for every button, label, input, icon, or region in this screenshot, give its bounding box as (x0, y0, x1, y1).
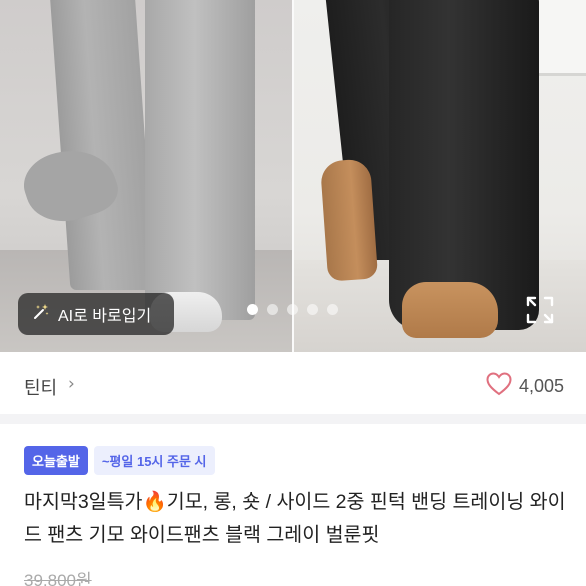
carousel-dot[interactable] (267, 304, 278, 315)
delivery-badges: 오늘출발 ~평일 15시 주문 시 (24, 446, 215, 475)
like-count: 4,005 (518, 375, 564, 396)
shop-name[interactable]: 틴티 (24, 374, 57, 400)
ai-try-on-label: AI로 바로입기 (58, 308, 152, 325)
magic-wand-icon (32, 303, 50, 325)
heart-icon (486, 372, 512, 400)
original-price: 39,800원 (24, 571, 92, 586)
product-title: 마지막3일특가🔥기모, 롱, 숏 / 사이드 2중 핀턱 밴딩 트레이닝 와이드… (24, 491, 566, 546)
shop-row[interactable]: 틴티 › 4,005 (0, 352, 586, 424)
like-button[interactable]: 4,005 (486, 372, 564, 400)
shipping-cutoff-badge: ~평일 15시 주문 시 (93, 446, 215, 475)
carousel-dot[interactable] (247, 304, 258, 315)
carousel-dot[interactable] (327, 304, 338, 315)
product-image-carousel[interactable]: AI로 바로입기 (0, 0, 586, 352)
carousel-page-indicator (247, 304, 338, 315)
carousel-dot[interactable] (307, 304, 318, 315)
carousel-dot[interactable] (287, 304, 298, 315)
ai-try-on-button[interactable]: AI로 바로입기 (18, 293, 174, 335)
chevron-right-icon: › (68, 374, 75, 394)
today-shipping-badge: 오늘출발 (24, 446, 88, 475)
expand-icon[interactable] (524, 294, 556, 326)
